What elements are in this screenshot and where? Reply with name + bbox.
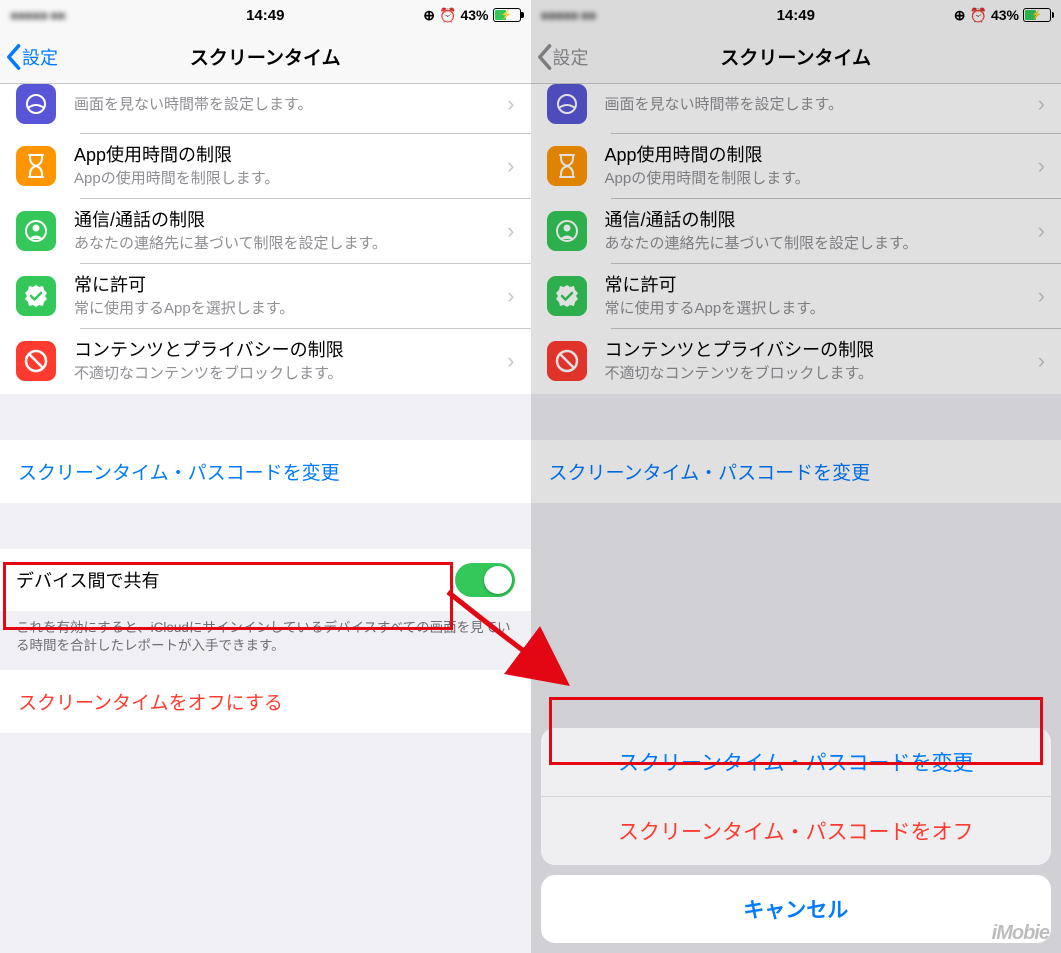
rotation-lock-icon: ⊕ (423, 7, 435, 24)
back-button: 設定 (531, 43, 589, 71)
row-content[interactable]: コンテンツとプライバシーの制限 不適切なコンテンツをブロックします。 › (0, 329, 531, 394)
phone-right: ●●●●● ●● 14:49 ⊕ ⏰ 43% ⚡ 設定 スクリーンタイム 画面を… (531, 0, 1061, 953)
action-cancel[interactable]: キャンセル (541, 875, 1052, 943)
applimit-title: App使用時間の制限 (74, 144, 507, 167)
contact-icon (16, 211, 56, 251)
row-share-devices[interactable]: デバイス間で共有 (0, 549, 531, 611)
nav-title: スクリーンタイム (190, 43, 341, 70)
check-badge-icon (16, 276, 56, 316)
check-badge-icon (547, 276, 587, 316)
battery-icon: ⚡ (493, 8, 521, 22)
chevron-left-icon (535, 43, 553, 71)
applimit-title: App使用時間の制限 (605, 144, 1038, 167)
turn-off-link[interactable]: スクリーンタイムをオフにする (0, 670, 531, 733)
row-content: コンテンツとプライバシーの制限 不適切なコンテンツをブロックします。 › (531, 329, 1061, 394)
toggle-switch[interactable] (455, 563, 515, 597)
alarm-icon: ⏰ (439, 7, 456, 24)
row-always: 常に許可 常に使用するAppを選択します。 › (531, 264, 1061, 329)
applimit-sub: Appの使用時間を制限します。 (74, 169, 507, 189)
phone-left: ●●●●● ●● 14:49 ⊕ ⏰ 43% ⚡ 設定 スクリーンタイム (0, 0, 531, 953)
battery-icon: ⚡ (1023, 8, 1051, 22)
chevron-right-icon: › (507, 153, 514, 179)
status-bar: ●●●●● ●● 14:49 ⊕ ⏰ 43% ⚡ (531, 0, 1061, 30)
comm-title: 通信/通話の制限 (605, 209, 1038, 232)
action-change-passcode[interactable]: スクリーンタイム・パスコードを変更 (541, 728, 1052, 797)
row-applimit[interactable]: App使用時間の制限 Appの使用時間を制限します。 › (0, 134, 531, 199)
share-footer: これを有効にすると、iCloudにサインインしているデバイスすべての画面を見てい… (0, 611, 531, 671)
row-downtime: 画面を見ない時間帯を設定します。 › (531, 84, 1061, 134)
chevron-right-icon: › (1038, 283, 1045, 309)
row-always[interactable]: 常に許可 常に使用するAppを選択します。 › (0, 264, 531, 329)
chevron-right-icon: › (507, 283, 514, 309)
chevron-right-icon: › (1038, 91, 1045, 117)
nav-bar: 設定 スクリーンタイム (531, 30, 1061, 84)
alarm-icon: ⏰ (970, 7, 987, 24)
action-turn-off-passcode[interactable]: スクリーンタイム・パスコードをオフ (541, 797, 1052, 865)
nav-title: スクリーンタイム (720, 43, 871, 70)
change-passcode-link[interactable]: スクリーンタイム・パスコードを変更 (0, 440, 531, 503)
row-comm: 通信/通話の制限 あなたの連絡先に基づいて制限を設定します。 › (531, 199, 1061, 264)
always-sub: 常に使用するAppを選択します。 (605, 299, 1038, 319)
comm-title: 通信/通話の制限 (74, 209, 507, 232)
always-title: 常に許可 (605, 274, 1038, 297)
status-time: 14:49 (777, 7, 815, 24)
contact-icon (547, 211, 587, 251)
carrier-blurred: ●●●●● ●● (541, 7, 596, 23)
content-sub: 不適切なコンテンツをブロックします。 (605, 364, 1038, 384)
chevron-right-icon: › (507, 218, 514, 244)
row-applimit: App使用時間の制限 Appの使用時間を制限します。 › (531, 134, 1061, 199)
back-button[interactable]: 設定 (0, 43, 58, 71)
content-sub: 不適切なコンテンツをブロックします。 (74, 364, 507, 384)
no-entry-icon (16, 341, 56, 381)
settings-list[interactable]: 画面を見ない時間帯を設定します。 › App使用時間の制限 Appの使用時間を制… (0, 84, 531, 953)
chevron-right-icon: › (507, 91, 514, 117)
always-title: 常に許可 (74, 274, 507, 297)
applimit-sub: Appの使用時間を制限します。 (605, 169, 1038, 189)
content-title: コンテンツとプライバシーの制限 (74, 339, 507, 362)
rotation-lock-icon: ⊕ (954, 7, 966, 24)
status-bar: ●●●●● ●● 14:49 ⊕ ⏰ 43% ⚡ (0, 0, 531, 30)
chevron-right-icon: › (1038, 348, 1045, 374)
comm-sub: あなたの連絡先に基づいて制限を設定します。 (605, 234, 1038, 254)
no-entry-icon (547, 341, 587, 381)
chevron-right-icon: › (1038, 153, 1045, 179)
change-passcode-link: スクリーンタイム・パスコードを変更 (531, 440, 1061, 503)
watermark: iMobie (992, 922, 1049, 945)
status-right: ⊕ ⏰ 43% ⚡ (423, 7, 520, 24)
row-comm[interactable]: 通信/通話の制限 あなたの連絡先に基づいて制限を設定します。 › (0, 199, 531, 264)
back-label: 設定 (22, 44, 58, 70)
battery-percent: 43% (460, 7, 488, 23)
downtime-sub: 画面を見ない時間帯を設定します。 (74, 95, 507, 115)
carrier-blurred: ●●●●● ●● (10, 7, 65, 23)
always-sub: 常に使用するAppを選択します。 (74, 299, 507, 319)
status-right: ⊕ ⏰ 43% ⚡ (954, 7, 1051, 24)
hourglass-icon (16, 146, 56, 186)
chevron-right-icon: › (507, 348, 514, 374)
comm-sub: あなたの連絡先に基づいて制限を設定します。 (74, 234, 507, 254)
action-sheet: スクリーンタイム・パスコードを変更 スクリーンタイム・パスコードをオフ キャンセ… (531, 718, 1061, 953)
chevron-left-icon (4, 43, 22, 71)
content-title: コンテンツとプライバシーの制限 (605, 339, 1038, 362)
share-title: デバイス間で共有 (16, 567, 159, 593)
chevron-right-icon: › (1038, 218, 1045, 244)
row-downtime[interactable]: 画面を見ない時間帯を設定します。 › (0, 84, 531, 134)
downtime-icon (16, 84, 56, 124)
downtime-sub: 画面を見ない時間帯を設定します。 (605, 95, 1038, 115)
hourglass-icon (547, 146, 587, 186)
downtime-icon (547, 84, 587, 124)
back-label: 設定 (553, 44, 589, 70)
battery-percent: 43% (991, 7, 1019, 23)
status-time: 14:49 (246, 7, 284, 24)
nav-bar: 設定 スクリーンタイム (0, 30, 531, 84)
action-group: スクリーンタイム・パスコードを変更 スクリーンタイム・パスコードをオフ (541, 728, 1052, 865)
